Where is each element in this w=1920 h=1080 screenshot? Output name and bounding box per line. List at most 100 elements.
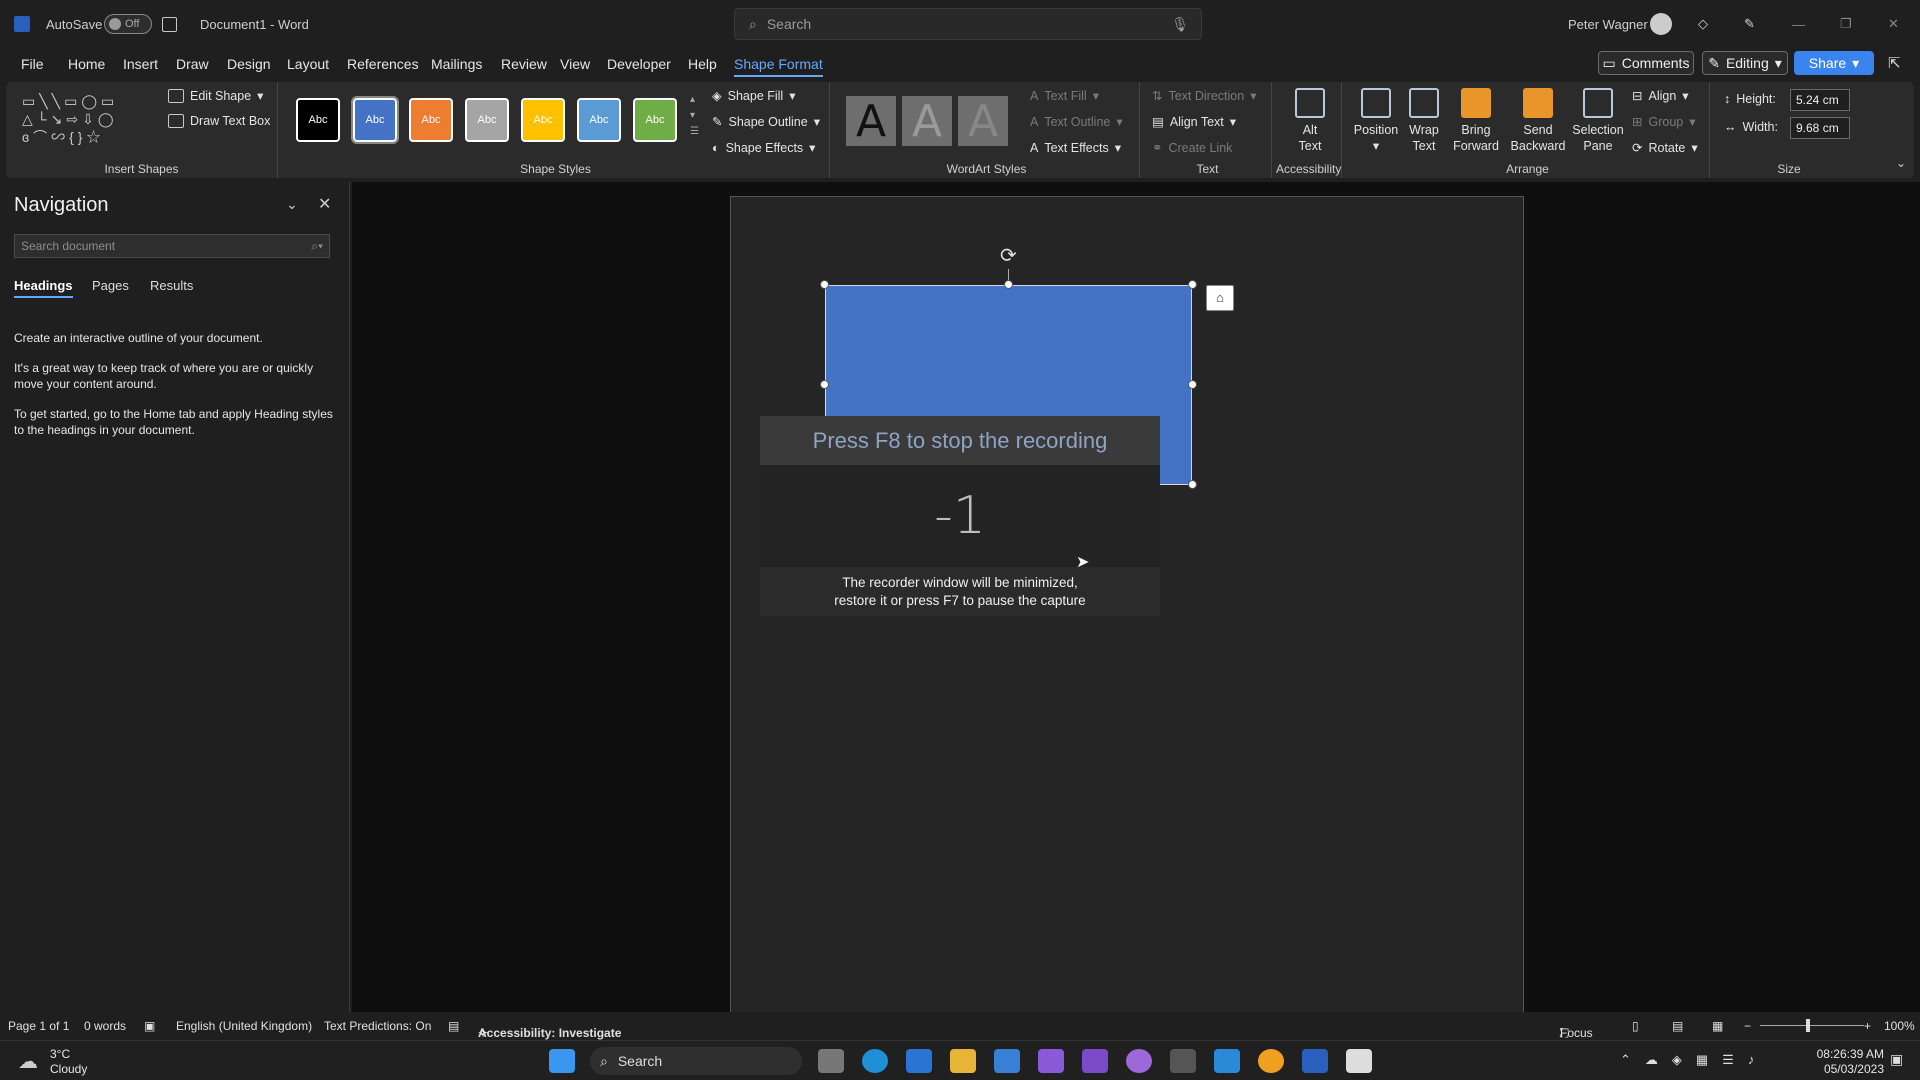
microphone-icon[interactable]: 🎙	[1171, 16, 1189, 33]
text-outline-button[interactable]: A Text Outline ▾	[1030, 114, 1123, 130]
shape-fill-button[interactable]: ◈ Shape Fill ▾	[712, 88, 796, 104]
menu-home[interactable]: Home	[68, 56, 105, 72]
menu-view[interactable]: View	[560, 56, 590, 72]
align-button[interactable]: ⊟ Align ▾	[1632, 88, 1689, 104]
save-icon[interactable]	[162, 0, 177, 48]
zoom-out-icon[interactable]: −	[1744, 1019, 1751, 1033]
zoom-slider-thumb[interactable]	[1806, 1019, 1810, 1032]
restore-icon[interactable]: ❐	[1840, 0, 1852, 48]
word-count[interactable]: 0 words	[84, 1019, 126, 1033]
task-view-icon[interactable]	[818, 1049, 844, 1073]
zoom-in-icon[interactable]: +	[1864, 1019, 1871, 1033]
file-explorer-icon[interactable]	[950, 1049, 976, 1073]
rotate-handle-icon[interactable]: ⟳	[1000, 243, 1017, 268]
comments-button[interactable]: ▭ Comments	[1598, 51, 1694, 75]
recorder-app-icon[interactable]	[1346, 1049, 1372, 1073]
layout-options-icon[interactable]: ⌂	[1206, 285, 1234, 311]
autosave-toggle[interactable]: Off	[104, 0, 152, 48]
weather-widget[interactable]: 3°C Cloudy	[50, 1047, 87, 1077]
word-icon[interactable]	[1302, 1049, 1328, 1073]
menu-references[interactable]: References	[347, 56, 419, 72]
terminal-icon[interactable]	[1170, 1049, 1196, 1073]
menu-shape-format[interactable]: Shape Format	[734, 56, 823, 77]
edge-icon[interactable]	[862, 1049, 888, 1073]
height-input[interactable]: 5.24 cm	[1790, 89, 1850, 111]
user-name[interactable]: Peter Wagner	[1568, 0, 1648, 48]
feedback-icon[interactable]: ⇱	[1888, 54, 1901, 72]
resize-handle[interactable]	[820, 280, 829, 289]
align-text-button[interactable]: ▤ Align Text ▾	[1152, 114, 1236, 130]
style-swatch-gold[interactable]: Abc	[521, 98, 565, 142]
zoom-slider[interactable]	[1760, 1025, 1864, 1026]
edit-shape-button[interactable]: Edit Shape ▾	[168, 88, 263, 103]
notification-icon[interactable]: ▣	[1890, 1051, 1903, 1068]
style-swatch-gray[interactable]: Abc	[465, 98, 509, 142]
menu-layout[interactable]: Layout	[287, 56, 329, 72]
zoom-level[interactable]: 100%	[1884, 1019, 1915, 1033]
gallery-scroll-icon[interactable]: ▴ ▾ ☰	[690, 92, 699, 140]
style-swatch-green[interactable]: Abc	[633, 98, 677, 142]
search-document-input[interactable]: Search document ⌕▾	[14, 234, 330, 258]
position-button[interactable]: Position ▾	[1350, 88, 1402, 154]
visual-studio-icon[interactable]	[1038, 1049, 1064, 1073]
send-backward-button[interactable]: Send Backward	[1508, 88, 1568, 154]
shape-outline-button[interactable]: ✎ Shape Outline ▾	[712, 114, 820, 130]
style-swatch-orange[interactable]: Abc	[409, 98, 453, 142]
pen-icon[interactable]: ✎	[1744, 0, 1755, 48]
text-fill-button[interactable]: A Text Fill ▾	[1030, 88, 1099, 104]
close-icon[interactable]: ✕	[318, 194, 331, 214]
selection-pane-button[interactable]: Selection Pane	[1572, 88, 1624, 154]
pane-options-icon[interactable]: ⌄	[286, 196, 298, 213]
resize-handle[interactable]	[1188, 480, 1197, 489]
menu-developer[interactable]: Developer	[607, 56, 671, 72]
text-predictions-status[interactable]: Text Predictions: On	[324, 1019, 431, 1033]
style-swatch-blue[interactable]: Abc	[351, 96, 399, 144]
alt-text-button[interactable]: Alt Text	[1288, 88, 1332, 154]
bring-forward-button[interactable]: Bring Forward	[1448, 88, 1504, 154]
wrap-text-button[interactable]: Wrap Text	[1404, 88, 1444, 154]
menu-file[interactable]: File	[21, 56, 44, 72]
minimize-icon[interactable]: —	[1792, 0, 1805, 48]
style-swatch-lightblue[interactable]: Abc	[577, 98, 621, 142]
resize-handle[interactable]	[1188, 380, 1197, 389]
avatar[interactable]	[1650, 0, 1672, 48]
shape-effects-button[interactable]: ◐ Shape Effects ▾	[712, 140, 815, 156]
create-link-button[interactable]: ⚭ Create Link	[1152, 140, 1232, 156]
store-icon[interactable]	[994, 1049, 1020, 1073]
tab-results[interactable]: Results	[150, 278, 193, 293]
close-icon[interactable]: ✕	[1888, 0, 1899, 48]
bing-icon[interactable]	[906, 1049, 932, 1073]
tab-pages[interactable]: Pages	[92, 278, 129, 293]
taskbar-search[interactable]: ⌕ Search	[590, 1047, 802, 1075]
visual-studio-preview-icon[interactable]	[1082, 1049, 1108, 1073]
web-layout-icon[interactable]: ▦	[1712, 1019, 1723, 1033]
wordart-style-1[interactable]: A	[846, 96, 896, 147]
proofing-icon[interactable]: ▣	[144, 1019, 155, 1033]
resize-handle[interactable]	[820, 380, 829, 389]
collapse-ribbon-icon[interactable]: ⌄	[1896, 156, 1906, 170]
language-status[interactable]: English (United Kingdom)	[176, 1019, 312, 1033]
menu-help[interactable]: Help	[688, 56, 717, 72]
draw-text-box-button[interactable]: Draw Text Box	[168, 114, 270, 128]
chat-app-icon[interactable]	[1258, 1049, 1284, 1073]
group-button[interactable]: ⊞ Group ▾	[1632, 114, 1696, 130]
wordart-style-2[interactable]: A	[902, 96, 952, 147]
width-input[interactable]: 9.68 cm	[1790, 117, 1850, 139]
resize-handle[interactable]	[1004, 280, 1013, 289]
resize-handle[interactable]	[1188, 280, 1197, 289]
search-icon[interactable]: ⌕▾	[311, 239, 323, 254]
menu-design[interactable]: Design	[227, 56, 271, 72]
read-mode-icon[interactable]: ▯	[1632, 1019, 1639, 1033]
page-count[interactable]: Page 1 of 1	[8, 1019, 69, 1033]
macro-icon[interactable]: ▤	[448, 1019, 459, 1033]
system-tray-icons[interactable]: ⌃☁◈▦☰♪	[1620, 1052, 1768, 1068]
remote-desktop-icon[interactable]	[1214, 1049, 1240, 1073]
editing-button[interactable]: ✎ Editing ▾	[1702, 51, 1788, 75]
text-direction-button[interactable]: ⇅ Text Direction ▾	[1152, 88, 1257, 104]
github-icon[interactable]	[1126, 1049, 1152, 1073]
windows-start-icon[interactable]	[549, 1049, 575, 1073]
share-button[interactable]: Share ▾	[1794, 51, 1874, 75]
tab-headings[interactable]: Headings	[14, 278, 73, 298]
clock[interactable]: 08:26:39 AM 05/03/2023	[1804, 1047, 1884, 1077]
text-effects-button[interactable]: A Text Effects ▾	[1030, 140, 1121, 156]
